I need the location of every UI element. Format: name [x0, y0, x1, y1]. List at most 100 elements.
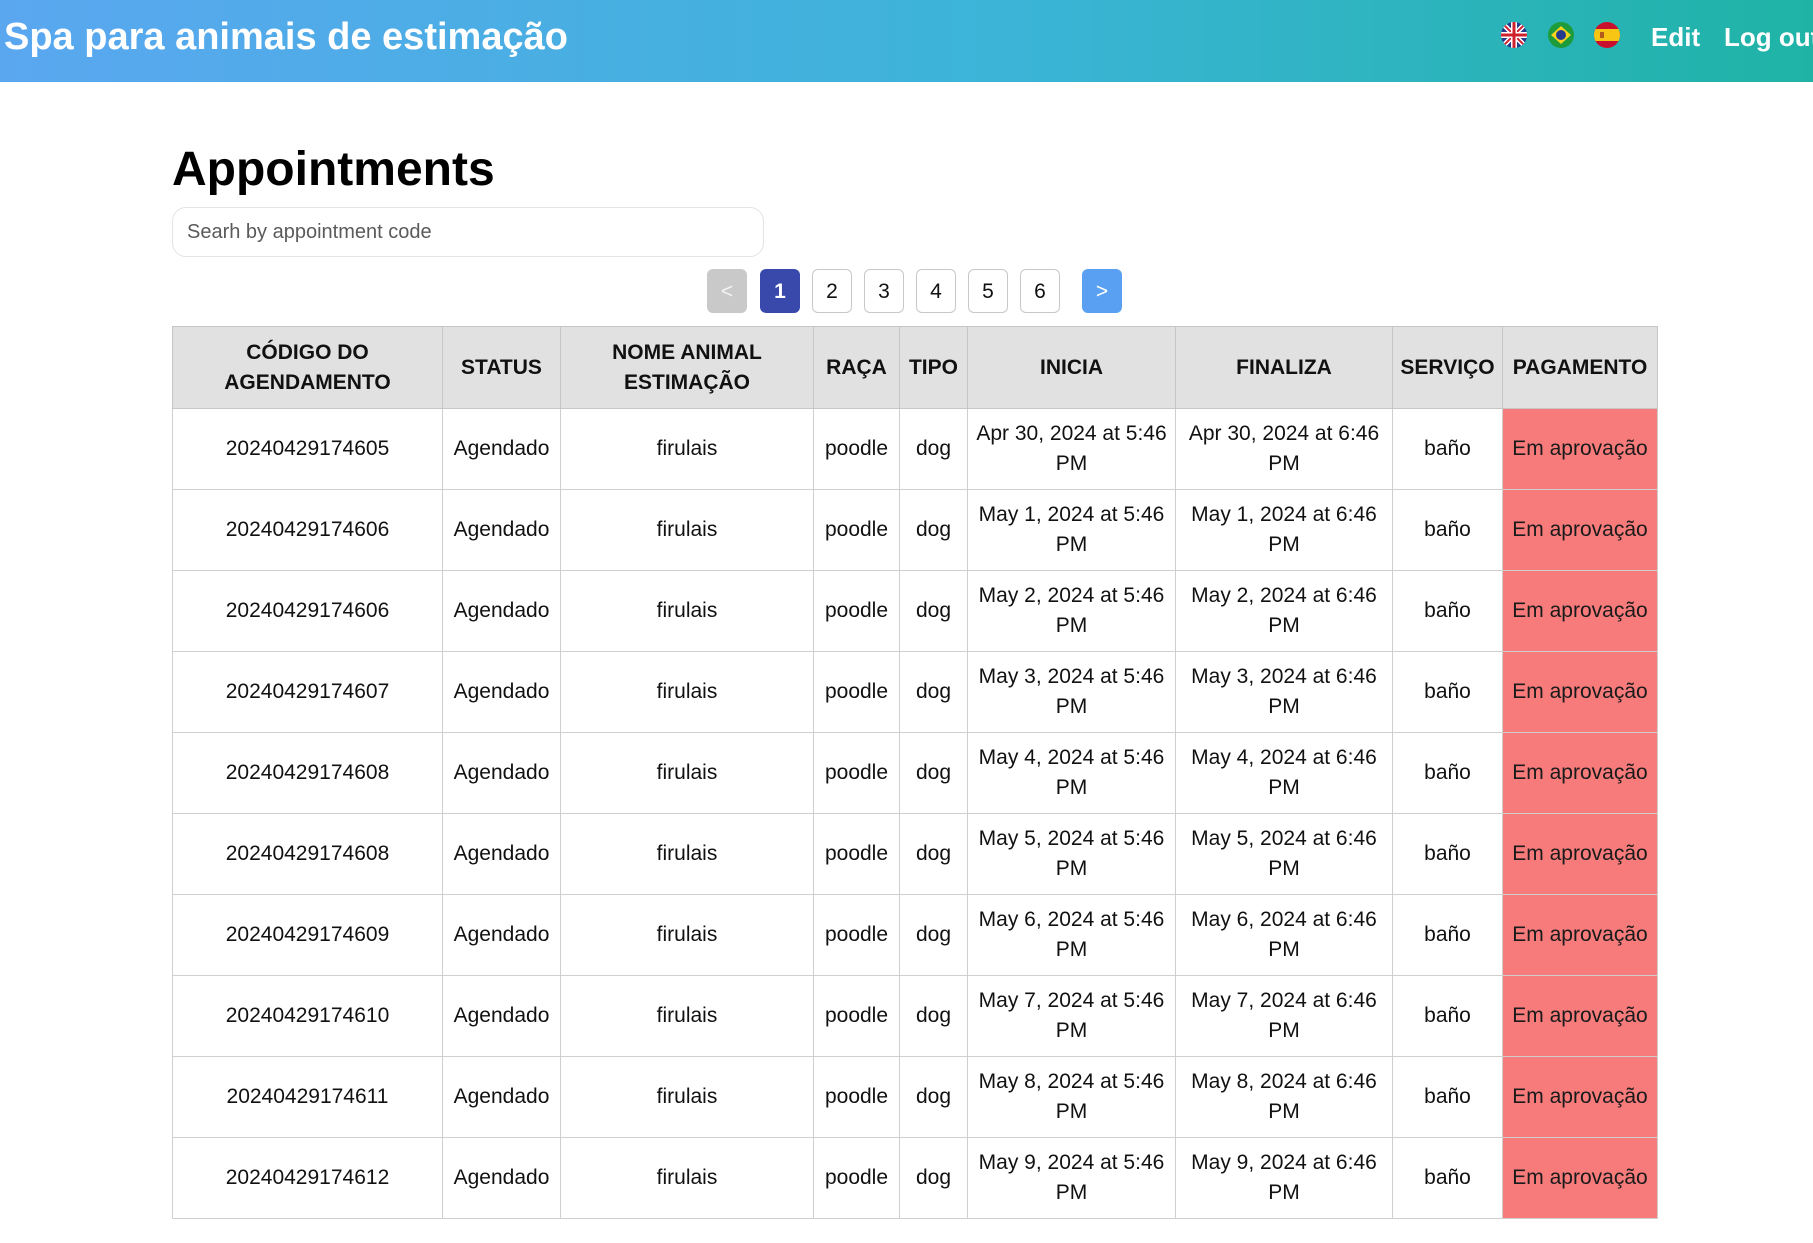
service-cell: baño	[1392, 408, 1503, 490]
next-page-button[interactable]: >	[1082, 269, 1122, 313]
header-appointment-code: CÓDIGO DO AGENDAMENTO	[172, 326, 443, 409]
service-cell: baño	[1392, 1137, 1503, 1219]
appointment-code-cell: 20240429174606	[172, 489, 443, 571]
status-cell: Agendado	[442, 732, 561, 814]
pet-name-cell: firulais	[560, 813, 814, 895]
prev-page-button[interactable]: <	[707, 269, 747, 313]
page-6-button[interactable]: 6	[1020, 269, 1060, 313]
page-1-button[interactable]: 1	[760, 269, 800, 313]
header-type: TIPO	[899, 326, 968, 409]
table-row[interactable]: 20240429174611 Agendado firulais poodle dog M…	[172, 1056, 1658, 1138]
start-cell: May 4, 2024 at 5:46 PM	[967, 732, 1176, 814]
page-title: Appointments	[172, 143, 495, 196]
type-cell: dog	[899, 651, 968, 733]
payment-cell: Em aprovação	[1502, 651, 1658, 733]
page-4-button[interactable]: 4	[916, 269, 956, 313]
appointment-code-cell: 20240429174608	[172, 813, 443, 895]
header-start: INICIA	[967, 326, 1176, 409]
start-cell: May 9, 2024 at 5:46 PM	[967, 1137, 1176, 1219]
table-row[interactable]: 20240429174605 Agendado firulais poodle dog A…	[172, 408, 1658, 490]
pet-name-cell: firulais	[560, 975, 814, 1057]
appointment-code-cell: 20240429174607	[172, 651, 443, 733]
spain-flag-icon[interactable]	[1594, 22, 1620, 48]
type-cell: dog	[899, 894, 968, 976]
start-cell: May 3, 2024 at 5:46 PM	[967, 651, 1176, 733]
appointment-code-cell: 20240429174611	[172, 1056, 443, 1138]
breed-cell: poodle	[813, 489, 900, 571]
appointment-code-cell: 20240429174606	[172, 570, 443, 652]
brand-title[interactable]: Spa para animais de estimação	[4, 16, 568, 59]
type-cell: dog	[899, 732, 968, 814]
pet-name-cell: firulais	[560, 408, 814, 490]
status-cell: Agendado	[442, 408, 561, 490]
service-cell: baño	[1392, 1056, 1503, 1138]
start-cell: May 2, 2024 at 5:46 PM	[967, 570, 1176, 652]
service-cell: baño	[1392, 894, 1503, 976]
type-cell: dog	[899, 1056, 968, 1138]
status-cell: Agendado	[442, 570, 561, 652]
header-pet-name: NOME ANIMAL ESTIMAÇÃO	[560, 326, 814, 409]
end-cell: May 3, 2024 at 6:46 PM	[1175, 651, 1393, 733]
pet-name-cell: firulais	[560, 732, 814, 814]
start-cell: May 1, 2024 at 5:46 PM	[967, 489, 1176, 571]
end-cell: May 8, 2024 at 6:46 PM	[1175, 1056, 1393, 1138]
pet-name-cell: firulais	[560, 651, 814, 733]
table-row[interactable]: 20240429174608 Agendado firulais poodle dog M…	[172, 732, 1658, 814]
edit-link[interactable]: Edit	[1651, 22, 1700, 53]
payment-cell: Em aprovação	[1502, 408, 1658, 490]
brazil-flag-icon[interactable]	[1548, 22, 1574, 48]
breed-cell: poodle	[813, 408, 900, 490]
status-cell: Agendado	[442, 651, 561, 733]
page-5-button[interactable]: 5	[968, 269, 1008, 313]
header-status: STATUS	[442, 326, 561, 409]
end-cell: May 7, 2024 at 6:46 PM	[1175, 975, 1393, 1057]
payment-cell: Em aprovação	[1502, 1056, 1658, 1138]
status-cell: Agendado	[442, 1056, 561, 1138]
status-cell: Agendado	[442, 894, 561, 976]
page-2-button[interactable]: 2	[812, 269, 852, 313]
header-payment: PAGAMENTO	[1502, 326, 1658, 409]
start-cell: May 8, 2024 at 5:46 PM	[967, 1056, 1176, 1138]
status-cell: Agendado	[442, 975, 561, 1057]
appointment-code-search-input[interactable]	[172, 207, 764, 257]
start-cell: May 6, 2024 at 5:46 PM	[967, 894, 1176, 976]
type-cell: dog	[899, 408, 968, 490]
breed-cell: poodle	[813, 570, 900, 652]
pet-name-cell: firulais	[560, 1137, 814, 1219]
payment-cell: Em aprovação	[1502, 570, 1658, 652]
table-header-row: CÓDIGO DO AGENDAMENTO STATUS NOME ANIMAL…	[172, 326, 1658, 409]
breed-cell: poodle	[813, 894, 900, 976]
type-cell: dog	[899, 489, 968, 571]
breed-cell: poodle	[813, 975, 900, 1057]
start-cell: May 5, 2024 at 5:46 PM	[967, 813, 1176, 895]
table-row[interactable]: 20240429174606 Agendado firulais poodle dog M…	[172, 489, 1658, 571]
status-cell: Agendado	[442, 813, 561, 895]
pet-name-cell: firulais	[560, 894, 814, 976]
page-3-button[interactable]: 3	[864, 269, 904, 313]
table-row[interactable]: 20240429174612 Agendado firulais poodle dog M…	[172, 1137, 1658, 1219]
appointment-code-cell: 20240429174612	[172, 1137, 443, 1219]
payment-cell: Em aprovação	[1502, 894, 1658, 976]
payment-cell: Em aprovação	[1502, 489, 1658, 571]
appointment-code-cell: 20240429174605	[172, 408, 443, 490]
logout-link[interactable]: Log out	[1724, 22, 1813, 53]
service-cell: baño	[1392, 813, 1503, 895]
header-end: FINALIZA	[1175, 326, 1393, 409]
header-service: SERVIÇO	[1392, 326, 1503, 409]
start-cell: May 7, 2024 at 5:46 PM	[967, 975, 1176, 1057]
type-cell: dog	[899, 570, 968, 652]
table-row[interactable]: 20240429174608 Agendado firulais poodle dog M…	[172, 813, 1658, 895]
pet-name-cell: firulais	[560, 489, 814, 571]
type-cell: dog	[899, 813, 968, 895]
table-row[interactable]: 20240429174610 Agendado firulais poodle dog M…	[172, 975, 1658, 1057]
breed-cell: poodle	[813, 651, 900, 733]
table-row[interactable]: 20240429174606 Agendado firulais poodle dog M…	[172, 570, 1658, 652]
end-cell: May 6, 2024 at 6:46 PM	[1175, 894, 1393, 976]
service-cell: baño	[1392, 570, 1503, 652]
uk-flag-icon[interactable]	[1501, 22, 1527, 48]
breed-cell: poodle	[813, 1137, 900, 1219]
table-row[interactable]: 20240429174609 Agendado firulais poodle dog M…	[172, 894, 1658, 976]
table-row[interactable]: 20240429174607 Agendado firulais poodle dog M…	[172, 651, 1658, 733]
end-cell: May 2, 2024 at 6:46 PM	[1175, 570, 1393, 652]
end-cell: May 4, 2024 at 6:46 PM	[1175, 732, 1393, 814]
